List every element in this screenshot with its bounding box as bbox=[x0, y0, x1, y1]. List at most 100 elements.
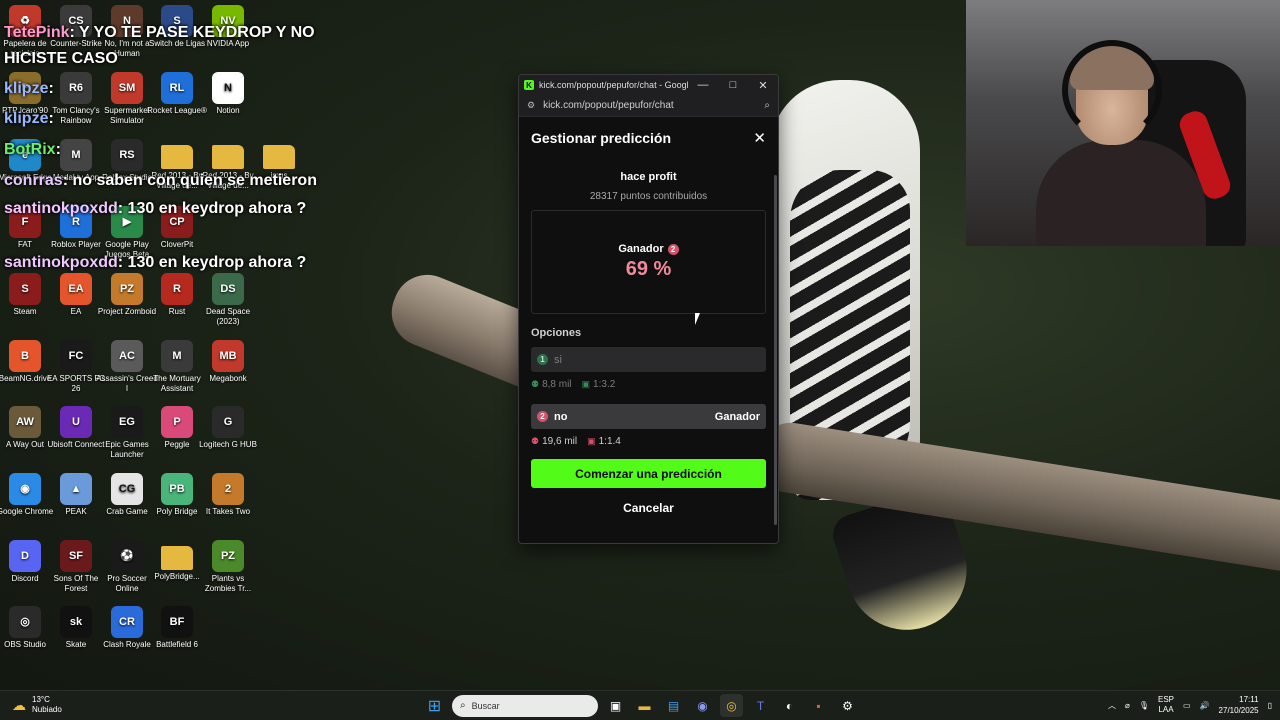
mouse-cursor-icon bbox=[695, 313, 705, 325]
modal-title: Gestionar predicción bbox=[531, 130, 672, 146]
ea-icon: EA bbox=[60, 273, 92, 305]
option-ratio-stat: ▣ 1:3.2 bbox=[582, 379, 616, 390]
overlay-chat-line: santinokpoxdd: 130 en keydrop ahora ? bbox=[4, 200, 306, 218]
cancel-button[interactable]: Cancelar bbox=[531, 501, 766, 515]
chat-username: santinokpoxdd bbox=[4, 200, 118, 217]
chat-username: klipze bbox=[4, 80, 49, 97]
lang-top: ESP bbox=[1158, 695, 1175, 704]
notion-icon: N bbox=[212, 72, 244, 104]
roblox-studio-icon: RS bbox=[111, 139, 143, 171]
weather-widget[interactable]: ☁ 13°C Nubiado bbox=[12, 695, 62, 715]
discord-icon: D bbox=[9, 540, 41, 572]
peak-icon: ▲ bbox=[60, 473, 92, 505]
volume-icon[interactable]: 🔊 bbox=[1200, 701, 1210, 710]
clash-royale-icon: CR bbox=[111, 606, 143, 638]
zoom-icon[interactable]: ⌕ bbox=[764, 100, 770, 111]
winner-label-text: Ganador bbox=[618, 243, 664, 255]
wallpaper-branch bbox=[754, 418, 1280, 576]
task-view-icon[interactable]: ▣ bbox=[604, 694, 627, 717]
taskbar-search[interactable]: ⌕ Buscar bbox=[452, 694, 598, 717]
settings-icon[interactable]: ⚙ bbox=[836, 694, 859, 717]
chat-username: santinokpoxdd bbox=[4, 254, 118, 271]
sons-forest-icon: SF bbox=[60, 540, 92, 572]
option-number-badge: 1 bbox=[537, 354, 548, 365]
overlay-chat-line: santinokpoxdd: 130 en keydrop ahora ? bbox=[4, 254, 306, 272]
winner-tag: Ganador bbox=[714, 410, 760, 423]
modal-header: Gestionar predicción ✕ bbox=[531, 117, 766, 159]
desktop-shortcut-label: Dead Space (2023) bbox=[205, 307, 251, 326]
desktop-shortcut-label: Plants vs Zombies Tr... bbox=[204, 574, 252, 593]
windows-start-icon[interactable]: ⊞ bbox=[423, 694, 446, 717]
medal-icon: M bbox=[60, 139, 92, 171]
modal-close-icon[interactable]: ✕ bbox=[753, 129, 766, 147]
peggle-icon: P bbox=[161, 406, 193, 438]
skate-icon: sk bbox=[60, 606, 92, 638]
desktop-shortcut[interactable]: MB Megabonk bbox=[197, 340, 259, 384]
clock-date: 27/10/2025 bbox=[1218, 706, 1259, 715]
desktop-shortcut[interactable]: 2 It Takes Two bbox=[197, 473, 259, 517]
desktop-shortcut[interactable]: BF Battlefield 6 bbox=[146, 606, 208, 650]
option-2-button[interactable]: 2 no Ganador bbox=[531, 404, 766, 429]
maximize-button[interactable]: □ bbox=[718, 79, 748, 91]
prediction-modal: Gestionar predicción ✕ hace profit 28317… bbox=[519, 117, 778, 515]
site-settings-icon[interactable]: ⚙ bbox=[527, 100, 535, 111]
teams-icon[interactable]: T bbox=[749, 694, 772, 717]
chat-message: : 130 en keydrop ahora ? bbox=[117, 254, 307, 271]
display-icon[interactable]: ▭ bbox=[1183, 701, 1191, 710]
desktop-shortcut-label: Logitech G HUB bbox=[199, 440, 257, 449]
logitech-icon: G bbox=[212, 406, 244, 438]
chat-username: BotRix bbox=[4, 141, 56, 158]
webcam-person-body bbox=[1036, 140, 1206, 246]
microphone-icon[interactable]: 🎙 bbox=[1139, 701, 1149, 710]
url-text[interactable]: kick.com/popout/pepufor/chat bbox=[543, 100, 764, 111]
file-explorer-icon[interactable]: ▬ bbox=[633, 694, 656, 717]
winner-percent: 69 % bbox=[625, 258, 672, 280]
chat-message: : bbox=[55, 141, 61, 158]
option-number-badge: 2 bbox=[537, 411, 548, 422]
notification-icon[interactable]: ▯ bbox=[1268, 701, 1272, 710]
desktop-shortcut[interactable]: PZ Plants vs Zombies Tr... bbox=[197, 540, 259, 594]
option-ratio: 1:3.2 bbox=[593, 379, 616, 390]
ubisoft-icon: U bbox=[60, 406, 92, 438]
app-icon-red[interactable]: ▪ bbox=[807, 694, 830, 717]
option-points: 8,8 mil bbox=[542, 379, 572, 390]
desktop-shortcut[interactable]: DS Dead Space (2023) bbox=[197, 273, 259, 327]
clock-time: 17:11 bbox=[1239, 695, 1259, 704]
language-indicator[interactable]: ESP LAA bbox=[1158, 695, 1174, 715]
search-placeholder: Buscar bbox=[471, 700, 500, 711]
chat-message: : bbox=[48, 80, 54, 97]
desktop-shortcut-label: Notion bbox=[216, 106, 240, 115]
weather-desc: Nubiado bbox=[32, 705, 62, 714]
folder-icon bbox=[212, 145, 244, 169]
megabonk-icon: MB bbox=[212, 340, 244, 372]
desktop-shortcut[interactable]: N Notion bbox=[197, 72, 259, 116]
window-titlebar[interactable]: K kick.com/popout/pepufor/chat - Google.… bbox=[519, 75, 778, 95]
browser-popout-window: K kick.com/popout/pepufor/chat - Google.… bbox=[518, 74, 779, 544]
ratio-icon: ▣ bbox=[581, 379, 591, 389]
chrome-taskbar-icon[interactable]: ◎ bbox=[720, 694, 743, 717]
chevron-up-icon[interactable]: ︿ bbox=[1108, 700, 1116, 711]
overlay-chat-line: conrras: no saben con quien se metieron bbox=[4, 172, 317, 190]
window-close-button[interactable]: ✕ bbox=[748, 79, 778, 92]
minimize-button[interactable]: — bbox=[688, 79, 718, 91]
start-prediction-button[interactable]: Comenzar una predicción bbox=[531, 459, 766, 488]
obs-icon: ◎ bbox=[9, 606, 41, 638]
pvz-icon: PZ bbox=[212, 540, 244, 572]
weather-temp: 13°C bbox=[32, 695, 50, 704]
chat-username: klipze bbox=[4, 110, 49, 127]
scrollbar[interactable] bbox=[774, 175, 777, 525]
store-icon[interactable]: ▤ bbox=[662, 694, 685, 717]
desktop-shortcut[interactable]: G Logitech G HUB bbox=[197, 406, 259, 450]
address-bar[interactable]: ⚙ kick.com/popout/pepufor/chat ⌕ bbox=[519, 95, 778, 117]
option-ratio: 1:1.4 bbox=[598, 436, 621, 447]
option-1-button[interactable]: 1 si bbox=[531, 347, 766, 372]
discord-taskbar-icon[interactable]: ◉ bbox=[691, 694, 714, 717]
option-text: no bbox=[554, 410, 568, 423]
chat-message: : 130 en keydrop ahora ? bbox=[117, 200, 307, 217]
overlay-chat-line: TetePink: Y YO TE PASE KEYDROP Y NO bbox=[4, 24, 315, 42]
option-points-stat: ⚉ 19,6 mil bbox=[531, 436, 577, 447]
network-off-icon[interactable]: ⌀ bbox=[1125, 701, 1130, 710]
users-icon: ⚉ bbox=[531, 436, 540, 446]
app-icon[interactable]: ◐ bbox=[778, 694, 801, 717]
clock[interactable]: 17:11 27/10/2025 bbox=[1219, 694, 1259, 716]
